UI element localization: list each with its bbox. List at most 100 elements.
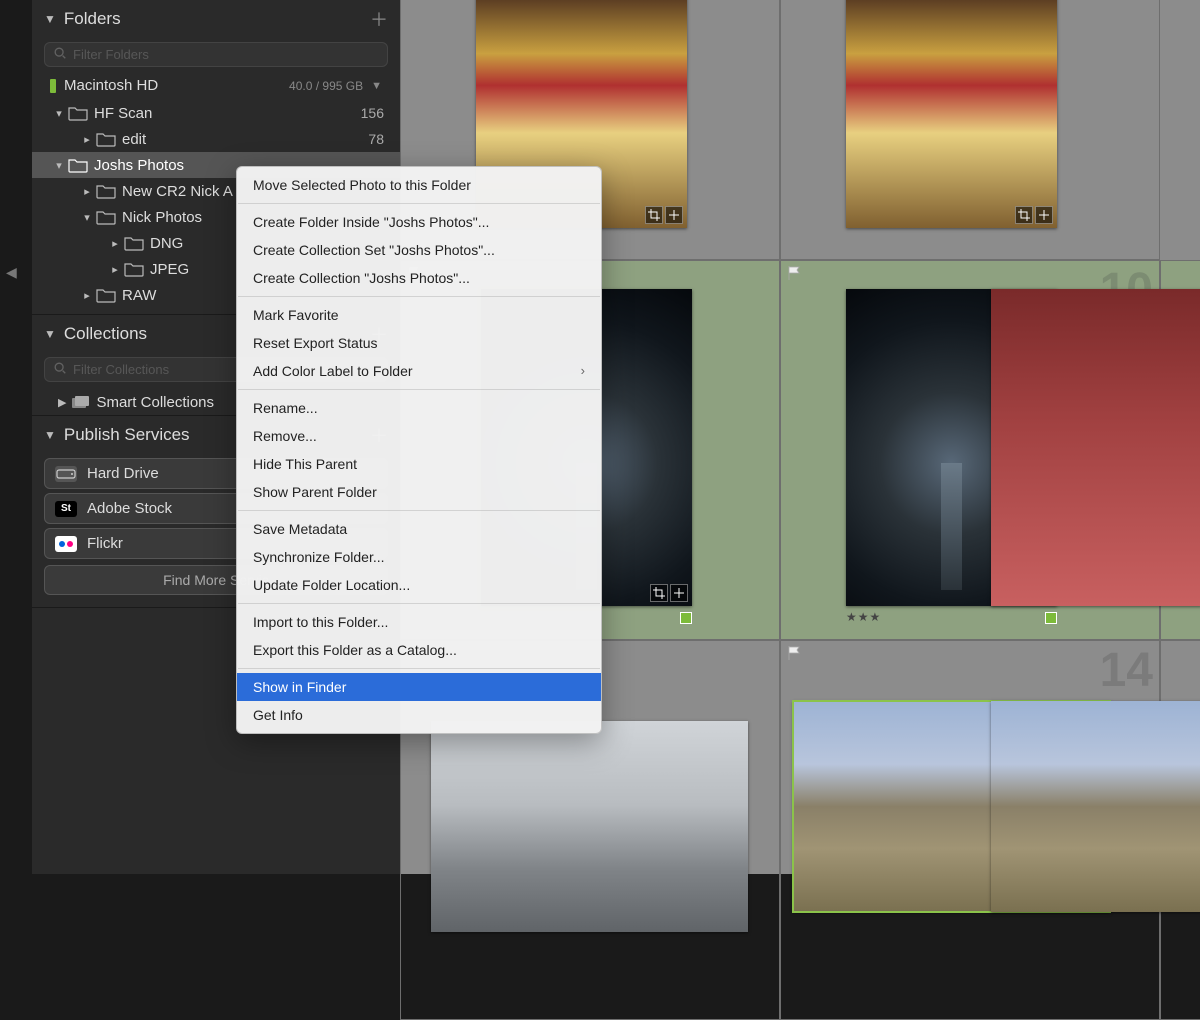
flag-icon[interactable] [787,645,803,661]
menu-item-label: Move Selected Photo to this Folder [253,175,471,195]
menu-item[interactable]: Create Folder Inside "Joshs Photos"... [237,208,601,236]
menu-item-label: Save Metadata [253,519,347,539]
add-folder-icon[interactable]: ＋ [370,6,388,32]
thumbnail-badges [1015,206,1053,224]
disclosure-down-icon[interactable] [52,159,66,172]
menu-item[interactable]: Show Parent Folder [237,478,601,506]
menu-item[interactable]: Synchronize Folder... [237,543,601,571]
grid-cell[interactable] [780,0,1160,260]
folders-filter-input[interactable] [73,47,379,62]
menu-item[interactable]: Hide This Parent [237,450,601,478]
develop-badge-icon[interactable] [670,584,688,602]
folder-icon [96,183,116,199]
menu-item[interactable]: Import to this Folder... [237,608,601,636]
grid-cell[interactable]: 11 [1160,260,1200,640]
search-icon [53,46,67,63]
folder-icon [68,105,88,121]
disclosure-right-icon[interactable] [108,237,122,250]
menu-item[interactable]: Create Collection "Joshs Photos"... [237,264,601,292]
folder-icon [124,261,144,277]
disclosure-right-icon[interactable] [80,289,94,302]
folder-row[interactable]: HF Scan156 [32,100,400,126]
menu-item[interactable]: Mark Favorite [237,301,601,329]
collection-set-icon [72,396,90,410]
color-label-green[interactable] [1045,612,1057,624]
menu-item[interactable]: Update Folder Location... [237,571,601,599]
disclosure-down-icon[interactable] [80,211,94,224]
photo-thumbnail[interactable] [431,721,748,932]
menu-item-label: Reset Export Status [253,333,378,353]
volume-name: Macintosh HD [64,77,281,94]
disclosure-right-icon[interactable] [80,133,94,146]
photo-thumbnail[interactable] [846,0,1057,228]
menu-item-label: Mark Favorite [253,305,339,325]
develop-badge-icon[interactable] [665,206,683,224]
crop-badge-icon[interactable] [1015,206,1033,224]
menu-item-label: Update Folder Location... [253,575,410,595]
folder-icon [68,157,88,173]
cell-index: 14 [1100,647,1153,695]
volume-usage: 40.0 / 995 GB [289,79,363,93]
menu-item[interactable]: Add Color Label to Folder › [237,357,601,385]
folder-count: 156 [361,105,388,121]
folders-filter-input-wrapper[interactable] [44,42,388,67]
disclosure-down-icon[interactable] [52,107,66,120]
folder-icon [96,287,116,303]
menu-item[interactable]: Show in Finder [237,673,601,701]
menu-item[interactable]: Export this Folder as a Catalog... [237,636,601,664]
flickr-icon [55,536,77,552]
photo-thumbnail[interactable] [991,701,1200,912]
menu-item-label: Create Collection "Joshs Photos"... [253,268,470,288]
menu-separator [238,389,600,390]
menu-item-label: Import to this Folder... [253,612,388,632]
menu-item[interactable]: Remove... [237,422,601,450]
smart-collections-label: Smart Collections [96,394,214,411]
menu-separator [238,510,600,511]
menu-item-label: Remove... [253,426,317,446]
folder-name: HF Scan [94,105,361,122]
volume-row[interactable]: Macintosh HD 40.0 / 995 GB ▼ [44,75,388,96]
menu-item-label: Show in Finder [253,677,346,697]
flag-icon[interactable] [787,265,803,281]
disclosure-right-icon: ▶ [58,396,66,409]
crop-badge-icon[interactable] [650,584,668,602]
folder-count: 78 [368,131,388,147]
menu-item[interactable]: Move Selected Photo to this Folder [237,171,601,199]
crop-badge-icon[interactable] [645,206,663,224]
panel-collapse-chevron[interactable]: ◀ [6,264,17,281]
folder-icon [124,235,144,251]
menu-item-label: Show Parent Folder [253,482,377,502]
color-label-green[interactable] [680,612,692,624]
disclosure-right-icon[interactable] [80,185,94,198]
menu-separator [238,203,600,204]
submenu-chevron-icon: › [581,361,585,381]
volume-indicator-icon [50,79,56,93]
menu-separator [238,668,600,669]
thumbnail-badges [645,206,683,224]
menu-item[interactable]: Rename... [237,394,601,422]
photo-thumbnail[interactable] [991,289,1200,606]
disclosure-down-icon: ▼ [44,428,56,442]
rating-stars[interactable]: ★★★ [846,610,881,624]
develop-badge-icon[interactable] [1035,206,1053,224]
folders-panel-header[interactable]: ▼ Folders ＋ [32,0,400,38]
menu-item-label: Rename... [253,398,318,418]
publish-service-label: Adobe Stock [87,500,172,517]
disclosure-down-icon: ▼ [44,12,56,26]
publish-service-label: Hard Drive [87,465,159,482]
folder-row[interactable]: edit78 [32,126,400,152]
volume-menu-icon[interactable]: ▼ [371,80,382,92]
adobe-stock-icon: St [55,501,77,517]
menu-item[interactable]: Create Collection Set "Joshs Photos"... [237,236,601,264]
menu-separator [238,296,600,297]
menu-item[interactable]: Reset Export Status [237,329,601,357]
menu-item[interactable]: Save Metadata [237,515,601,543]
menu-item-label: Add Color Label to Folder [253,361,413,381]
folder-context-menu: Move Selected Photo to this Folder Create… [236,166,602,734]
menu-item[interactable]: Get Info [237,701,601,729]
menu-item-label: Get Info [253,705,303,725]
grid-cell[interactable]: 15 [1160,640,1200,1020]
publish-service-label: Flickr [87,535,123,552]
hard-drive-icon [55,466,77,482]
disclosure-right-icon[interactable] [108,263,122,276]
